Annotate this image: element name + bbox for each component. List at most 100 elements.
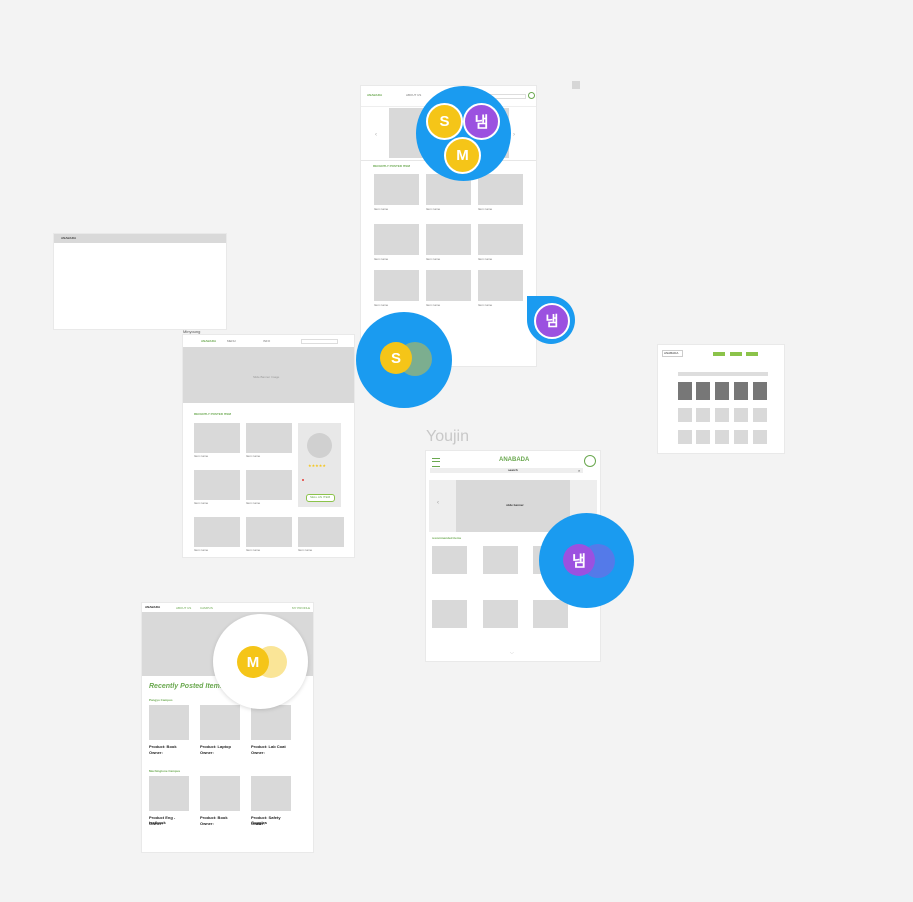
sell-button[interactable]: SELL AN ITEM — [306, 494, 335, 502]
item-thumbnail[interactable] — [533, 600, 568, 628]
nav-campus[interactable]: CAMPUS — [200, 607, 213, 610]
item-thumbnail[interactable] — [478, 270, 523, 301]
photo-thumbnail[interactable] — [696, 382, 710, 400]
item-thumbnail[interactable] — [246, 517, 292, 547]
item-name: Item name — [374, 207, 389, 211]
avatar-s[interactable]: S — [380, 342, 412, 374]
slider-prev-arrow[interactable]: ‹ — [437, 500, 439, 506]
nav-about[interactable]: ABOUT US — [406, 94, 421, 97]
product-thumbnail[interactable] — [149, 776, 189, 811]
banner-caption: Slide Banner Image — [253, 375, 280, 379]
item-name: Item name — [374, 303, 389, 307]
avatar-m[interactable]: M — [444, 137, 481, 174]
item-name: Item name — [194, 501, 209, 505]
item-thumbnail[interactable] — [432, 600, 467, 628]
avatar-s[interactable]: S — [426, 103, 463, 140]
item-thumbnail[interactable] — [194, 423, 240, 453]
image-placeholder[interactable] — [715, 408, 729, 422]
presence-bubble-s[interactable]: S — [356, 312, 452, 408]
item-name: Item name — [246, 548, 261, 552]
image-placeholder[interactable] — [678, 408, 692, 422]
banner-next-arrow[interactable]: › — [513, 132, 515, 138]
section-header — [678, 372, 768, 376]
cart-icon[interactable] — [584, 455, 596, 467]
image-placeholder[interactable] — [696, 430, 710, 444]
scroll-indicator-icon[interactable]: ⌵ — [510, 650, 514, 656]
location-icon — [302, 479, 304, 481]
photo-thumbnail[interactable] — [753, 382, 767, 400]
item-thumbnail[interactable] — [194, 517, 240, 547]
brand-box: ANABADA — [662, 350, 683, 357]
item-name: Item name — [426, 303, 441, 307]
item-name: Item name — [478, 207, 493, 211]
item-thumbnail[interactable] — [246, 470, 292, 500]
recent-heading: Recently Posted Items — [149, 683, 224, 690]
product-owner: Owner: — [149, 750, 163, 755]
brand-logo[interactable]: ANABADA — [145, 606, 160, 609]
frame-desktop-profile[interactable]: ANABADA MENU INFO Slide Banner Image REC… — [183, 335, 354, 557]
photo-thumbnail[interactable] — [734, 382, 748, 400]
nav-button-1[interactable] — [713, 352, 725, 356]
item-thumbnail[interactable] — [374, 224, 419, 255]
banner-prev-arrow[interactable]: ‹ — [375, 132, 377, 138]
search-icon[interactable]: ⌕ — [578, 468, 580, 473]
brand-logo[interactable]: ANABADA — [201, 340, 216, 343]
avatar-n[interactable]: 냄 — [534, 303, 570, 339]
item-thumbnail[interactable] — [432, 546, 467, 574]
image-placeholder[interactable] — [734, 408, 748, 422]
profile-icon[interactable] — [528, 92, 535, 99]
product-owner: Owner: — [251, 821, 265, 826]
image-placeholder[interactable] — [678, 430, 692, 444]
item-thumbnail[interactable] — [426, 270, 471, 301]
nav-button-2[interactable] — [730, 352, 742, 356]
brand-logo[interactable]: ANABADA — [499, 457, 529, 463]
nav-button-3[interactable] — [746, 352, 758, 356]
product-thumbnail[interactable] — [251, 705, 291, 740]
item-thumbnail[interactable] — [298, 517, 344, 547]
product-owner: Owner: — [200, 821, 214, 826]
presence-bubble-group[interactable]: S 냄 M — [416, 86, 511, 181]
nav-about[interactable]: ABOUT US — [176, 607, 191, 610]
item-name: Item name — [426, 207, 441, 211]
image-placeholder[interactable] — [715, 430, 729, 444]
item-thumbnail[interactable] — [483, 546, 518, 574]
image-placeholder[interactable] — [753, 408, 767, 422]
presence-bubble-m[interactable]: M — [213, 614, 308, 709]
search-input[interactable]: search ⌕ — [430, 468, 583, 473]
product-thumbnail[interactable] — [149, 705, 189, 740]
item-name: Item name — [298, 548, 313, 552]
item-thumbnail[interactable] — [478, 174, 523, 205]
nav-menu[interactable]: MENU — [227, 340, 236, 343]
frame-blank[interactable]: ANABADA — [54, 234, 226, 329]
profile-avatar — [307, 433, 332, 458]
product-thumbnail[interactable] — [251, 776, 291, 811]
search-input[interactable] — [301, 339, 338, 344]
product-thumbnail[interactable] — [200, 776, 240, 811]
image-placeholder[interactable] — [753, 430, 767, 444]
item-thumbnail[interactable] — [426, 224, 471, 255]
frame-admin[interactable]: ANABADA — [658, 345, 784, 453]
image-placeholder[interactable] — [696, 408, 710, 422]
item-thumbnail[interactable] — [374, 174, 419, 205]
presence-bubble-n[interactable]: 냄 — [539, 513, 634, 608]
avatar-n[interactable]: 냄 — [563, 544, 595, 576]
image-placeholder[interactable] — [734, 430, 748, 444]
item-thumbnail[interactable] — [246, 423, 292, 453]
brand-logo[interactable]: ANABADA — [367, 94, 382, 97]
menu-icon[interactable] — [432, 458, 440, 467]
photo-thumbnail[interactable] — [715, 382, 729, 400]
presence-bubble-n-small[interactable]: 냄 — [527, 296, 575, 344]
photo-thumbnail[interactable] — [678, 382, 692, 400]
profile-card: ★★★★★ SELL AN ITEM — [298, 423, 341, 507]
nav-info[interactable]: INFO — [263, 340, 270, 343]
product-owner: Owner: — [149, 821, 163, 826]
avatar-n[interactable]: 냄 — [463, 103, 500, 140]
item-thumbnail[interactable] — [478, 224, 523, 255]
nav-profile[interactable]: MY PROFILE — [292, 607, 310, 610]
avatar-m[interactable]: M — [237, 646, 269, 678]
item-thumbnail[interactable] — [483, 600, 518, 628]
item-thumbnail[interactable] — [374, 270, 419, 301]
product-thumbnail[interactable] — [200, 705, 240, 740]
item-thumbnail[interactable] — [194, 470, 240, 500]
recent-heading: RECENTLY POSTED ITEM — [373, 164, 411, 168]
